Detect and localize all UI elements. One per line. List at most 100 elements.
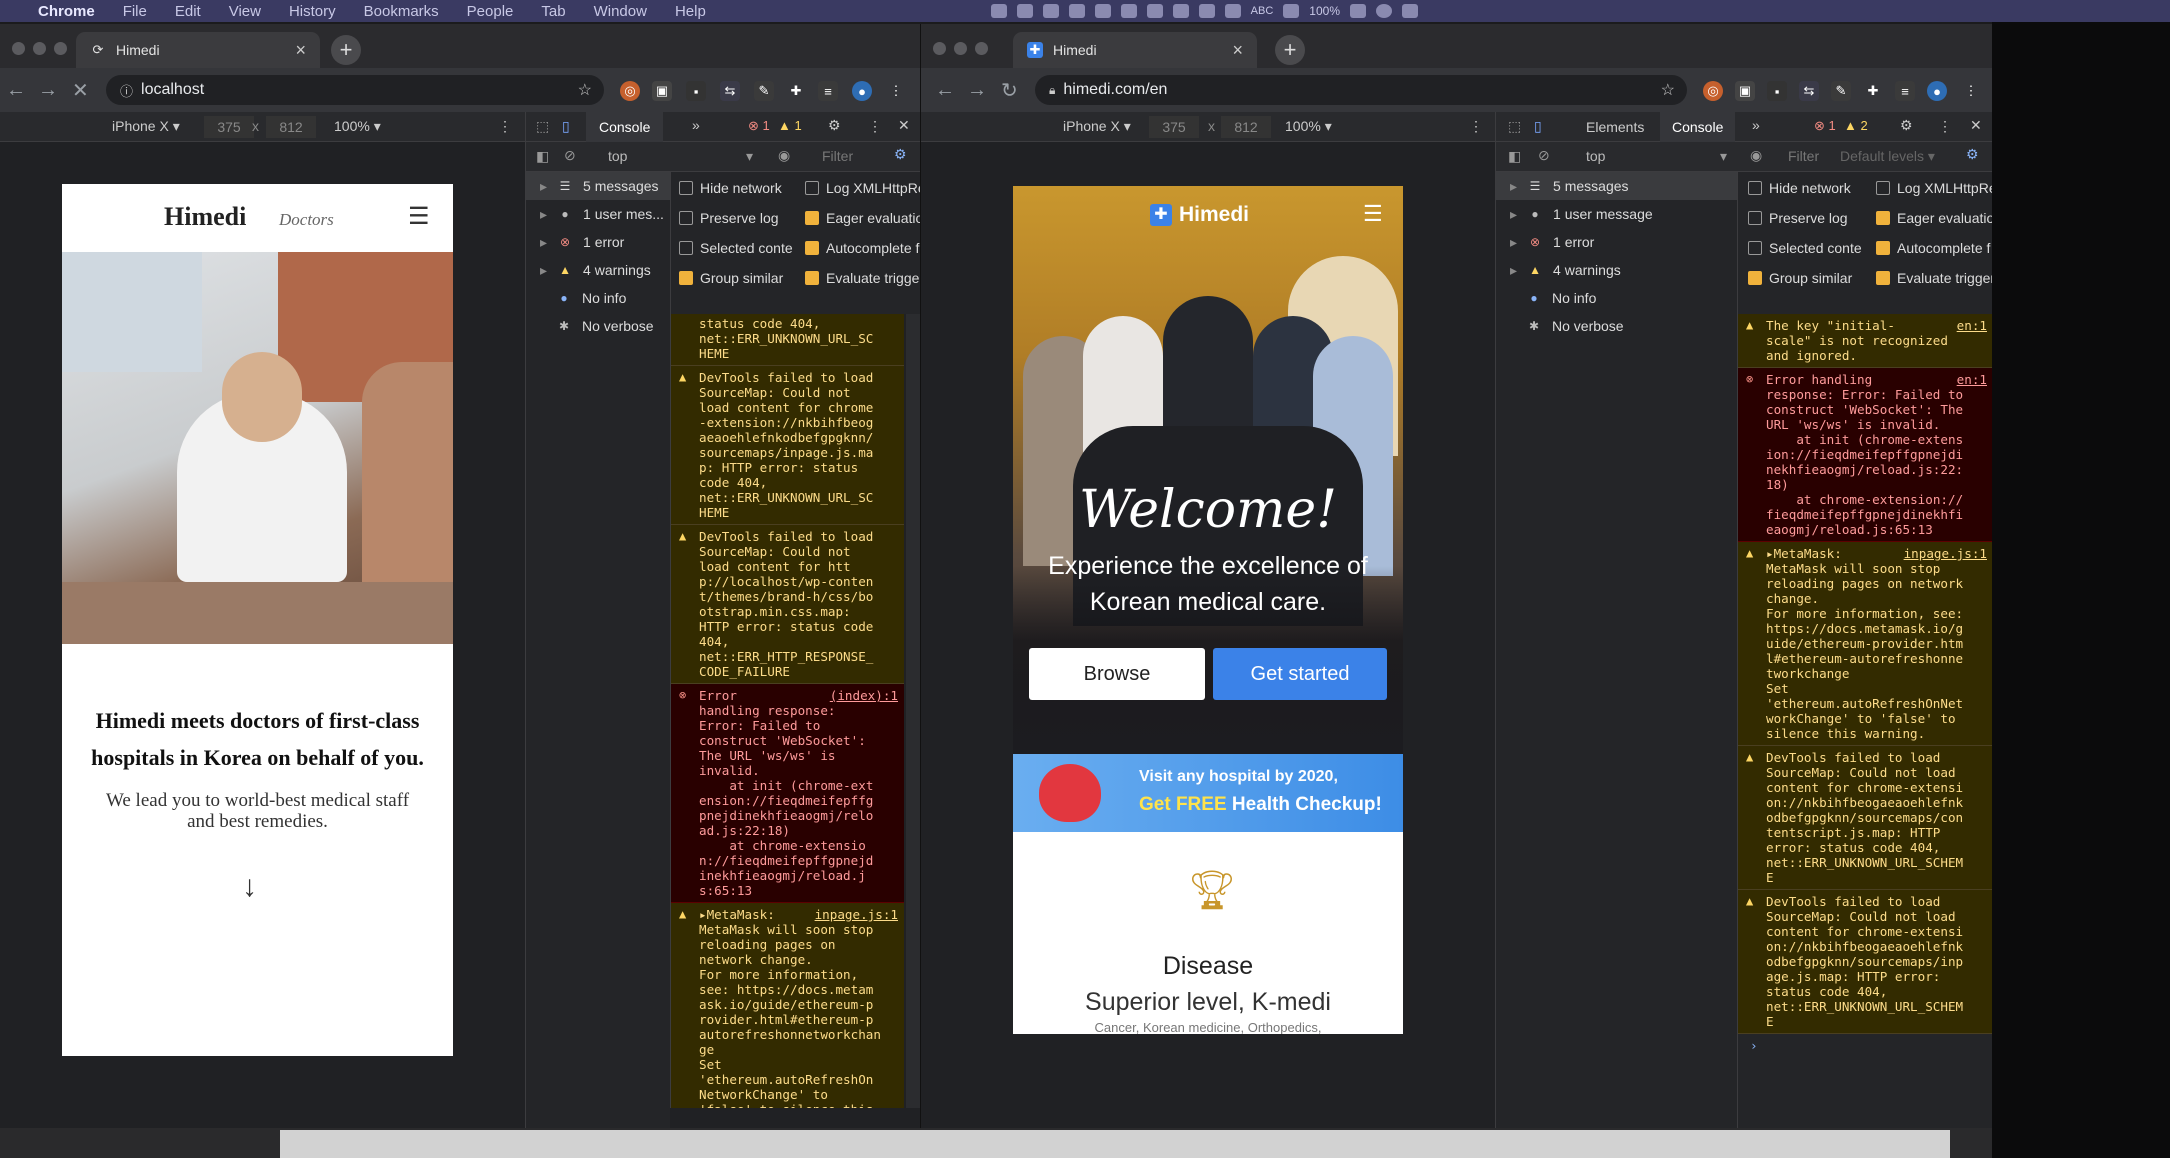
console-message-warning[interactable]: ▲ DevTools failed to load SourceMap: Coul…: [1738, 890, 1992, 1034]
console-message-warning[interactable]: ▲ inpage.js:1 ▸MetaMask: MetaMask will soo…: [1738, 542, 1992, 746]
back-icon[interactable]: ←: [935, 68, 955, 112]
height-input[interactable]: 812: [1221, 116, 1271, 138]
extension-icon[interactable]: ⇆: [1799, 81, 1819, 101]
tab-console[interactable]: Console: [586, 112, 664, 142]
settings-gear-icon[interactable]: ⚙: [1900, 117, 1913, 134]
menu-chrome[interactable]: Chrome: [38, 3, 95, 20]
back-icon[interactable]: ←: [6, 68, 26, 112]
source-link[interactable]: en:1: [1957, 318, 1987, 333]
profile-avatar[interactable]: ●: [1927, 81, 1947, 101]
menu-bookmarks[interactable]: Bookmarks: [364, 3, 439, 20]
checkbox-box[interactable]: [805, 181, 819, 195]
autocomplete-checkbox[interactable]: Autocomplete f: [1876, 240, 1992, 256]
input-source[interactable]: ABC: [1251, 5, 1274, 17]
menu-history[interactable]: History: [289, 3, 336, 20]
console-message-warning[interactable]: ▲ inpage.js:1 ▸MetaMask: MetaMask will soo…: [671, 903, 904, 1108]
extension-icon[interactable]: ▣: [1735, 81, 1755, 101]
eager-evaluation-checkbox[interactable]: Eager evaluatio: [805, 210, 920, 226]
close-devtools-icon[interactable]: ✕: [1970, 117, 1982, 134]
menu-window[interactable]: Window: [594, 3, 647, 20]
filter-input[interactable]: Filter: [1788, 148, 1819, 164]
reload-icon[interactable]: ↻: [1001, 68, 1018, 112]
console-settings-icon[interactable]: ⚙: [894, 146, 907, 163]
zoom-select[interactable]: 100% ▾: [1285, 118, 1332, 135]
forward-icon[interactable]: →: [38, 68, 58, 112]
close-tab-icon[interactable]: ×: [1232, 40, 1243, 61]
menu-people[interactable]: People: [467, 3, 514, 20]
live-expression-eye-icon[interactable]: ◉: [778, 147, 790, 164]
battery-percent[interactable]: 100%: [1309, 4, 1340, 18]
checkbox-box[interactable]: [1876, 271, 1890, 285]
address-bar[interactable]: 🔒︎ himedi.com/en ☆: [1035, 75, 1687, 105]
scroll-down-arrow-icon[interactable]: ↓: [242, 870, 257, 904]
hamburger-menu-icon[interactable]: ☰: [408, 202, 430, 231]
menu-edit[interactable]: Edit: [175, 3, 201, 20]
log-xhr-checkbox[interactable]: Log XMLHttpRe: [805, 180, 920, 196]
width-input[interactable]: 375: [1149, 116, 1199, 138]
sidebar-item-user-messages[interactable]: ▸ ● 1 user mes...: [526, 200, 670, 228]
clear-console-icon[interactable]: ⊘: [564, 147, 576, 164]
extensions-puzzle-icon[interactable]: ✚: [1863, 81, 1883, 101]
address-bar[interactable]: ⓘ localhost ☆: [106, 75, 604, 105]
device-select[interactable]: iPhone X ▾: [112, 118, 180, 135]
checkbox-box[interactable]: [805, 211, 819, 225]
more-menu-icon[interactable]: ⋮: [1961, 81, 1981, 101]
device-toggle-icon[interactable]: ▯: [562, 118, 570, 135]
profile-avatar[interactable]: ●: [852, 81, 872, 101]
close-tab-icon[interactable]: ×: [295, 40, 306, 61]
sidebar-item-warnings[interactable]: ▸ ▲ 4 warnings: [1496, 256, 1737, 284]
wifi-icon[interactable]: [1283, 4, 1300, 18]
log-xhr-checkbox[interactable]: Log XMLHttpRe: [1876, 180, 1992, 196]
extension-icon[interactable]: ⇆: [720, 81, 740, 101]
window-controls[interactable]: [933, 42, 988, 55]
extensions-puzzle-icon[interactable]: ✚: [786, 81, 806, 101]
console-message-error[interactable]: ⊗ (index):1 Error handling response: Error…: [671, 684, 904, 903]
warning-count[interactable]: ▲ 1: [778, 118, 802, 133]
browse-button[interactable]: Browse: [1029, 648, 1205, 700]
context-dropdown-icon[interactable]: ▾: [746, 148, 753, 165]
window-controls[interactable]: [12, 42, 67, 55]
checkbox-box[interactable]: [805, 271, 819, 285]
source-link[interactable]: (index):1: [830, 688, 898, 703]
hide-network-checkbox[interactable]: Hide network: [1748, 180, 1872, 196]
checkbox-box[interactable]: [805, 241, 819, 255]
avatar[interactable]: [1376, 4, 1392, 18]
checkbox-box[interactable]: [1748, 271, 1762, 285]
console-prompt[interactable]: ›: [1738, 1034, 1992, 1057]
sidebar-item-warnings[interactable]: ▸ ▲ 4 warnings: [526, 256, 670, 284]
extension-icon[interactable]: ▪: [686, 81, 706, 101]
control-center-icon[interactable]: [1402, 4, 1418, 18]
browser-tab[interactable]: ✚ Himedi ×: [1013, 32, 1257, 68]
tray-icon[interactable]: [1224, 4, 1241, 18]
get-started-button[interactable]: Get started: [1213, 648, 1387, 700]
tray-icon[interactable]: [1016, 4, 1033, 18]
tray-icon[interactable]: [1146, 4, 1163, 18]
site-logo[interactable]: Himedi: [164, 202, 246, 232]
error-count[interactable]: ⊗ 1: [1814, 118, 1836, 134]
hide-network-checkbox[interactable]: Hide network: [679, 180, 801, 196]
inspect-icon[interactable]: ⬚: [1508, 118, 1521, 135]
devtools-menu-icon[interactable]: ⋮: [1938, 118, 1952, 135]
console-message-warning[interactable]: ▲ DevTools failed to load SourceMap: Coul…: [671, 525, 904, 684]
extension-icon[interactable]: ✎: [754, 81, 774, 101]
menu-help[interactable]: Help: [675, 3, 706, 20]
device-toggle-icon[interactable]: ▯: [1534, 118, 1542, 135]
sidebar-toggle-icon[interactable]: ◧: [1508, 148, 1521, 165]
checkbox-box[interactable]: [679, 181, 693, 195]
source-link[interactable]: en:1: [1957, 372, 1987, 387]
extension-icon[interactable]: ◎: [1703, 81, 1723, 101]
checkbox-box[interactable]: [1748, 241, 1762, 255]
sidebar-item-info[interactable]: ● No info: [1496, 284, 1737, 312]
more-menu-icon[interactable]: ⋮: [886, 81, 906, 101]
sidebar-toggle-icon[interactable]: ◧: [536, 148, 549, 165]
filter-input[interactable]: Filter: [822, 148, 853, 164]
settings-gear-icon[interactable]: ⚙: [828, 117, 841, 134]
selected-context-checkbox[interactable]: Selected conte: [679, 240, 801, 256]
checkbox-box[interactable]: [1876, 181, 1890, 195]
menu-tab[interactable]: Tab: [541, 3, 565, 20]
console-message-warning[interactable]: ▲ DevTools failed to load SourceMap: Coul…: [1738, 746, 1992, 890]
bookmark-star-icon[interactable]: ☆: [1661, 80, 1675, 100]
promo-banner[interactable]: Visit any hospital by 2020, Get FREE Hea…: [1013, 754, 1403, 832]
selected-context-checkbox[interactable]: Selected conte: [1748, 240, 1872, 256]
sidebar-item-verbose[interactable]: ✱ No verbose: [1496, 312, 1737, 340]
